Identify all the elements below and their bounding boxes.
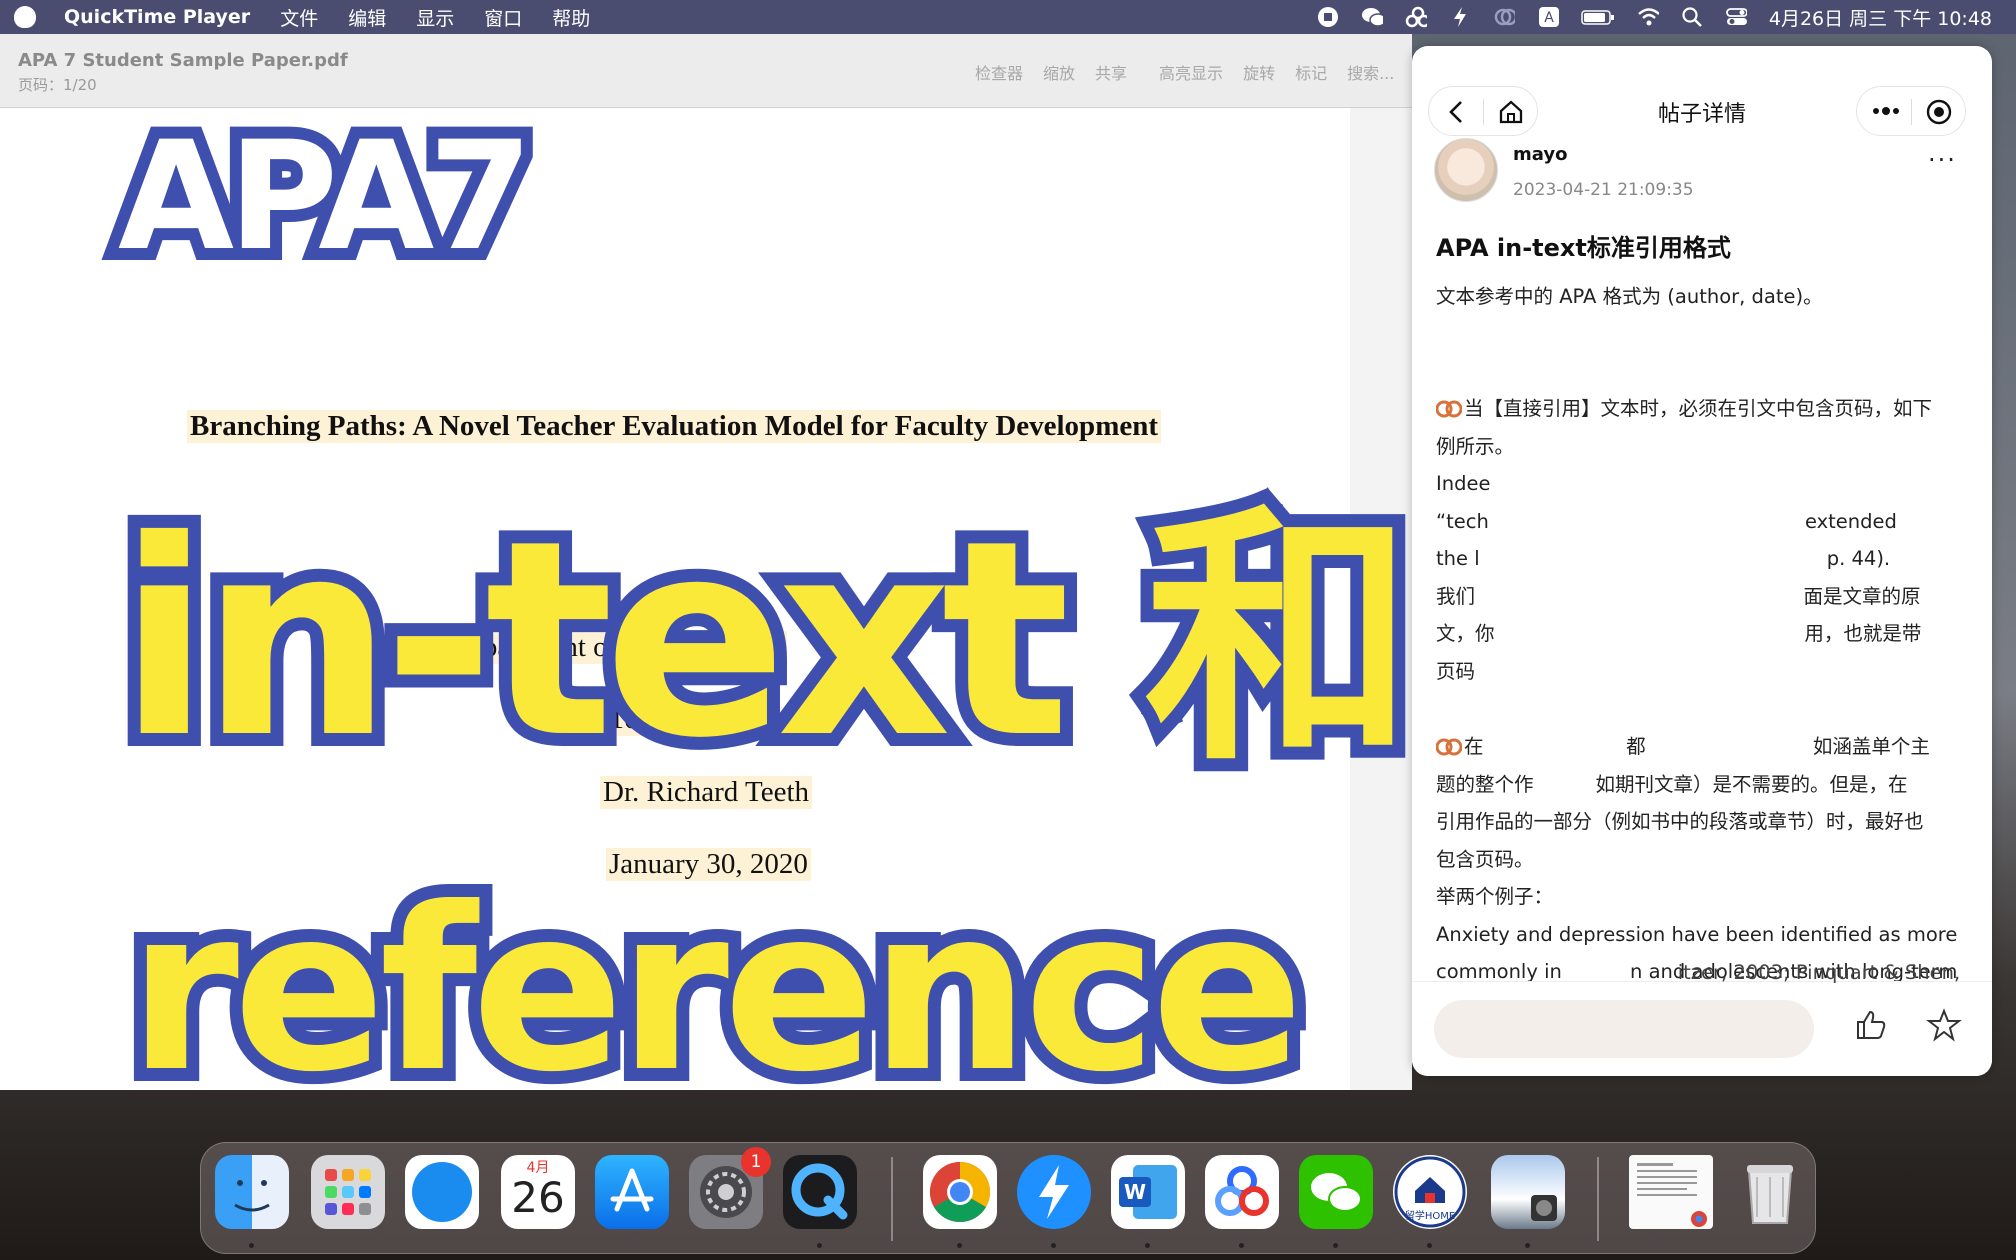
calendar-icon[interactable]: 4月 26 — [501, 1155, 575, 1229]
post-line-7: the l p. 44). — [1436, 547, 1891, 570]
system-settings-icon[interactable]: 1 — [689, 1147, 771, 1229]
input-method-icon[interactable]: A — [1537, 6, 1559, 28]
rotate-button[interactable]: 旋转 — [1243, 60, 1275, 84]
favorite-icon[interactable] — [1926, 1008, 1962, 1046]
search-button[interactable]: 搜索... — [1347, 60, 1394, 84]
menu-window[interactable]: 窗口 — [484, 4, 522, 31]
comment-input[interactable] — [1434, 1000, 1814, 1058]
post-line-14: 引用作品的一部分（例如书中的段落或章节）时，最好也 — [1436, 810, 1924, 833]
svg-text:W: W — [1124, 1180, 1146, 1204]
svg-text:A: A — [1544, 10, 1554, 26]
menu-app-name[interactable]: QuickTime Player — [64, 6, 250, 28]
post-line-9: 文，你 用，也就是带 — [1436, 622, 1922, 645]
pretzel-emoji-icon — [1435, 398, 1463, 424]
app-store-icon[interactable] — [595, 1155, 669, 1229]
finder-icon[interactable] — [215, 1155, 289, 1229]
launchpad-icon[interactable] — [311, 1155, 385, 1229]
baidu-netdisk-app-icon[interactable] — [1205, 1155, 1279, 1229]
wechat-icon[interactable] — [1361, 6, 1383, 28]
post-line-4: 例所示。 — [1436, 435, 1515, 458]
close-miniprogram-icon[interactable] — [1925, 98, 1953, 130]
post-line-12: 在 都 如涵盖单个主 — [1464, 735, 1930, 758]
document-title: APA 7 Student Sample Paper.pdf — [18, 50, 348, 71]
word-icon[interactable]: W — [1111, 1155, 1185, 1229]
study-abroad-home-label: 留学HOME — [1404, 1211, 1456, 1222]
trash-icon[interactable] — [1733, 1155, 1807, 1229]
menu-help[interactable]: 帮助 — [552, 4, 590, 31]
post-line-1: 文本参考中的 APA 格式为 (author, date)。 — [1436, 285, 1823, 308]
share-button[interactable]: 共享 — [1095, 60, 1127, 84]
menu-view[interactable]: 显示 — [416, 4, 454, 31]
menu-file[interactable]: 文件 — [280, 4, 318, 31]
capsule-menu — [1856, 86, 1966, 136]
quicktime-icon[interactable] — [783, 1155, 857, 1229]
toolbar-actions: 检查器 缩放 共享 高亮显示 旋转 标记 搜索... — [975, 60, 1394, 84]
post-line-19: itzer, 2003; Pinquart & Shen, — [1436, 961, 1961, 984]
settings-badge: 1 — [741, 1147, 771, 1177]
calendar-day: 26 — [511, 1173, 565, 1222]
study-abroad-home-icon[interactable]: 留学HOME — [1393, 1155, 1467, 1229]
menu-bar: QuickTime Player 文件 编辑 显示 窗口 帮助 A 4月26日 … — [0, 0, 2016, 34]
post-line-16: 举两个例子： — [1436, 885, 1554, 908]
post-line-3: 当【直接引用】文本时，必须在引文中包含页码，如下 — [1464, 397, 1933, 420]
overlay-title-reference: reference — [115, 847, 1317, 1135]
dock-separator — [891, 1157, 893, 1241]
overlay-title-in-text: in-text 和 — [105, 469, 1427, 810]
stop-record-icon[interactable] — [1317, 6, 1339, 28]
post-date: 2023-04-21 21:09:35 — [1513, 180, 1694, 200]
flash-icon[interactable] — [1449, 6, 1471, 28]
wifi-icon[interactable] — [1637, 6, 1659, 28]
apple-icon[interactable] — [14, 6, 36, 28]
zoom-button[interactable]: 缩放 — [1043, 60, 1075, 84]
post-line-15: 包含页码。 — [1436, 848, 1534, 871]
post-line-17: Anxiety and depression have been identif… — [1436, 923, 1958, 946]
baidu-netdisk-icon[interactable] — [1405, 6, 1427, 28]
page-indicator: 页码：1/20 — [18, 76, 97, 94]
battery-icon[interactable] — [1581, 6, 1615, 28]
sync-icon[interactable] — [1493, 6, 1515, 28]
like-icon[interactable] — [1854, 1008, 1888, 1046]
post-line-6: “tech extended — [1436, 510, 1897, 533]
preview-toolbar: APA 7 Student Sample Paper.pdf 页码：1/20 检… — [0, 34, 1412, 108]
post-action-bar: itzer, 2003; Pinquart & Shen, — [1412, 961, 1992, 1076]
post-line-10: 页码 — [1436, 660, 1476, 683]
recent-document-thumbnail[interactable] — [1629, 1155, 1713, 1229]
dock-separator — [1597, 1157, 1599, 1241]
spotlight-icon[interactable] — [1681, 6, 1703, 28]
safari-icon[interactable] — [405, 1155, 479, 1229]
menu-clock[interactable]: 4月26日 周三 下午 10:48 — [1769, 4, 1992, 31]
overlay-title-apa7: APA7 — [106, 98, 545, 296]
post-title: APA in-text标准引用格式 — [1436, 234, 1731, 262]
chrome-icon[interactable] — [923, 1155, 997, 1229]
flash-app-icon[interactable] — [1017, 1155, 1091, 1229]
wechat-post-panel: 帖子详情 mayo 2023-04-21 21:09:35 ··· APA in… — [1412, 46, 1992, 1076]
highlight-button[interactable]: 高亮显示 — [1159, 60, 1223, 84]
dock: 4月 26 1 W 留学HOME — [200, 1142, 1816, 1254]
wechat-app-icon[interactable] — [1299, 1155, 1373, 1229]
preview-app-icon[interactable] — [1491, 1155, 1565, 1229]
post-line-8: 我们 面是文章的原 — [1436, 585, 1921, 608]
author-name[interactable]: mayo — [1513, 144, 1567, 165]
more-icon[interactable] — [1871, 101, 1901, 125]
post-more-button[interactable]: ··· — [1928, 146, 1957, 174]
inspector-button[interactable]: 检查器 — [975, 60, 1023, 84]
control-center-icon[interactable] — [1725, 6, 1747, 28]
author-avatar[interactable] — [1434, 138, 1498, 202]
post-line-13: 题的整个作 如期刊文章）是不需要的。但是，在 — [1436, 773, 1908, 796]
markup-button[interactable]: 标记 — [1295, 60, 1327, 84]
post-line-5: Indee — [1436, 472, 1491, 495]
menu-edit[interactable]: 编辑 — [348, 4, 386, 31]
